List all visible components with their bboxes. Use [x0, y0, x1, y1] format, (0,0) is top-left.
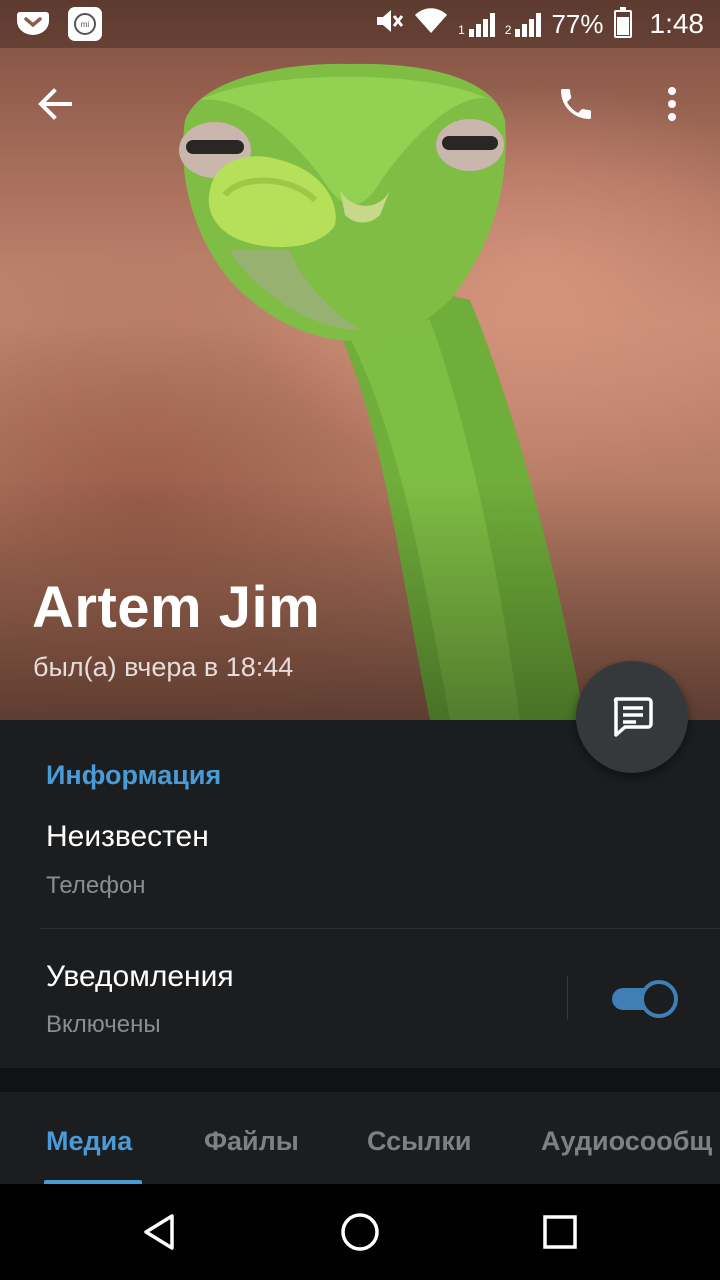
notifications-toggle[interactable]: [610, 980, 678, 1018]
section-gap: [0, 1068, 720, 1092]
status-bar: mi 1 2 77% 1:48: [0, 0, 720, 48]
divider: [567, 976, 568, 1020]
system-navigation-bar: [0, 1184, 720, 1280]
signal-icon: 2: [505, 11, 542, 37]
more-vertical-icon: [668, 87, 676, 121]
profile-toolbar: [0, 70, 720, 138]
nav-back-button[interactable]: [136, 1208, 184, 1256]
info-heading: Информация: [46, 760, 222, 790]
arrow-left-icon: [38, 88, 72, 120]
recents-square-icon: [543, 1215, 577, 1249]
tab-files[interactable]: Файлы: [204, 1126, 299, 1157]
wifi-icon: [414, 7, 448, 42]
shared-media-tabs: Медиа Файлы Ссылки Аудиосообщ: [0, 1092, 720, 1184]
tab-voice-messages[interactable]: Аудиосообщ: [541, 1126, 712, 1157]
signal-icon: 1: [458, 11, 495, 37]
mi-app-icon: mi: [68, 7, 102, 41]
message-icon: [613, 697, 653, 737]
notifications-state: Включены: [46, 1011, 161, 1038]
mute-icon: [374, 7, 404, 42]
call-button[interactable]: [548, 80, 604, 128]
phone-icon: [561, 89, 591, 119]
sim1-label: 1: [458, 23, 465, 37]
phone-label: Телефон: [46, 872, 146, 899]
battery-icon: [613, 7, 632, 38]
tab-links[interactable]: Ссылки: [367, 1126, 471, 1157]
divider: [40, 928, 720, 929]
clock: 1:48: [649, 8, 705, 39]
home-circle-icon: [341, 1213, 379, 1251]
notifications-title: Уведомления: [46, 960, 234, 993]
svg-text:mi: mi: [81, 20, 90, 29]
send-message-button[interactable]: [576, 661, 688, 773]
last-seen-status: был(а) вчера в 18:44: [33, 652, 294, 682]
tab-media[interactable]: Медиа: [46, 1126, 132, 1157]
more-options-button[interactable]: [648, 80, 696, 128]
back-button[interactable]: [28, 80, 84, 128]
back-triangle-icon: [144, 1214, 174, 1250]
phone-value: Неизвестен: [46, 820, 209, 853]
profile-name: Artem Jim: [32, 575, 321, 640]
nav-recents-button[interactable]: [536, 1208, 584, 1256]
nav-home-button[interactable]: [336, 1208, 384, 1256]
app-notification-icon: [16, 8, 50, 41]
battery-percent: 77%: [551, 8, 604, 39]
sim2-label: 2: [504, 23, 512, 37]
info-section: Информация Неизвестен Телефон Уведомлени…: [0, 720, 720, 1068]
